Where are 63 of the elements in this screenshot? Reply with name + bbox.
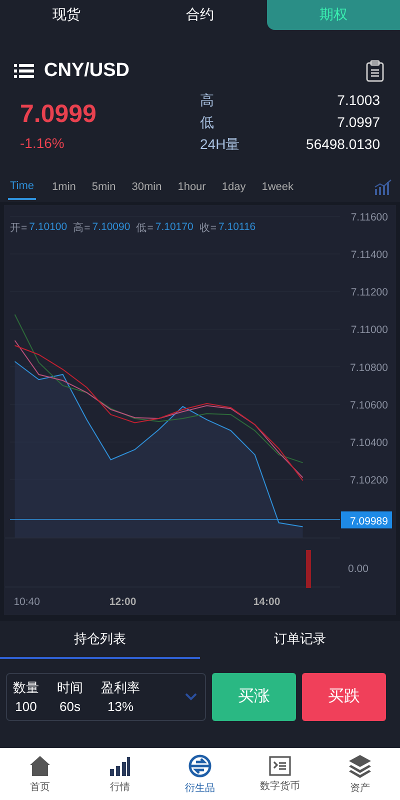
- legend-value: 7.10090: [92, 221, 130, 235]
- price-axis-label: 7.11000: [350, 324, 388, 336]
- stat-value: 7.1003: [337, 92, 380, 110]
- time-axis-label: 14:00: [253, 596, 280, 608]
- buy-down-button[interactable]: 买跌: [302, 672, 386, 720]
- indicator-icon[interactable]: [374, 179, 392, 195]
- price-change: -1.16%: [20, 135, 66, 151]
- nav-item[interactable]: 首页: [0, 748, 80, 800]
- market-tab[interactable]: 合约: [133, 0, 267, 30]
- time-axis-label: 10:40: [14, 596, 40, 608]
- last-price: 7.0999: [20, 100, 98, 129]
- volume-bar: [306, 550, 311, 588]
- nav-item[interactable]: 衍生品: [160, 748, 240, 800]
- stat-label: 低: [200, 114, 214, 132]
- volume-axis-label: 0.00: [348, 563, 368, 575]
- legend-value: 7.10116: [218, 221, 256, 235]
- nav-item[interactable]: 行情: [80, 748, 160, 800]
- stat-value: 56498.0130: [306, 136, 380, 154]
- interval-tab[interactable]: 1week: [262, 181, 294, 193]
- list-tab[interactable]: 订单记录: [200, 621, 400, 659]
- nav-item[interactable]: 资产: [320, 748, 400, 800]
- stat-label: 24H量: [200, 136, 240, 154]
- chart-icon: [109, 754, 131, 776]
- document-icon: [269, 756, 291, 776]
- legend-label: 高=: [73, 221, 90, 235]
- price-axis-label: 7.10800: [350, 362, 388, 374]
- legend-value: 7.10100: [29, 221, 68, 235]
- interval-tab[interactable]: 30min: [132, 181, 162, 193]
- order-settings-panel[interactable]: 数量 100 时间 60s 盈利率 13%: [6, 672, 206, 720]
- price-axis-label: 7.11600: [350, 211, 388, 224]
- symbol-title: CNY/USD: [44, 60, 131, 82]
- price-axis-label: 7.10200: [350, 474, 388, 487]
- setting-label: 时间: [57, 679, 83, 697]
- exchange-icon: [188, 754, 212, 778]
- clipboard-icon[interactable]: [366, 60, 384, 82]
- ref-line-label: 7.09989: [350, 515, 388, 528]
- price-axis-label: 7.11200: [350, 286, 388, 299]
- price-axis-label: 7.10600: [350, 399, 388, 412]
- stat-value: 7.0997: [337, 114, 380, 132]
- stat-label: 高: [200, 92, 214, 110]
- price-axis-label: 7.11400: [350, 248, 388, 261]
- legend-label: 收=: [199, 221, 216, 235]
- legend-label: 开=: [10, 221, 28, 235]
- nav-item[interactable]: 数字货币: [240, 748, 320, 800]
- layers-icon: [348, 754, 372, 778]
- interval-tab[interactable]: 5min: [92, 181, 116, 193]
- setting-label: 盈利率: [101, 679, 140, 697]
- legend-value: 7.10170: [155, 221, 194, 235]
- setting-value: 100: [15, 699, 37, 714]
- list-tab[interactable]: 持仓列表: [0, 621, 200, 659]
- home-icon: [29, 754, 51, 776]
- setting-value: 60s: [60, 699, 80, 714]
- interval-tab[interactable]: 1min: [52, 181, 76, 193]
- setting-value: 13%: [107, 699, 134, 714]
- interval-tab[interactable]: 1hour: [178, 181, 206, 193]
- interval-tab[interactable]: 1day: [222, 181, 246, 193]
- menu-icon[interactable]: [14, 63, 34, 79]
- setting-label: 数量: [13, 679, 39, 697]
- time-axis-label: 12:00: [109, 596, 136, 608]
- interval-tab[interactable]: Time: [8, 174, 36, 200]
- legend-label: 低=: [136, 221, 154, 235]
- market-tab[interactable]: 现货: [0, 0, 134, 30]
- price-axis-label: 7.10400: [350, 437, 388, 450]
